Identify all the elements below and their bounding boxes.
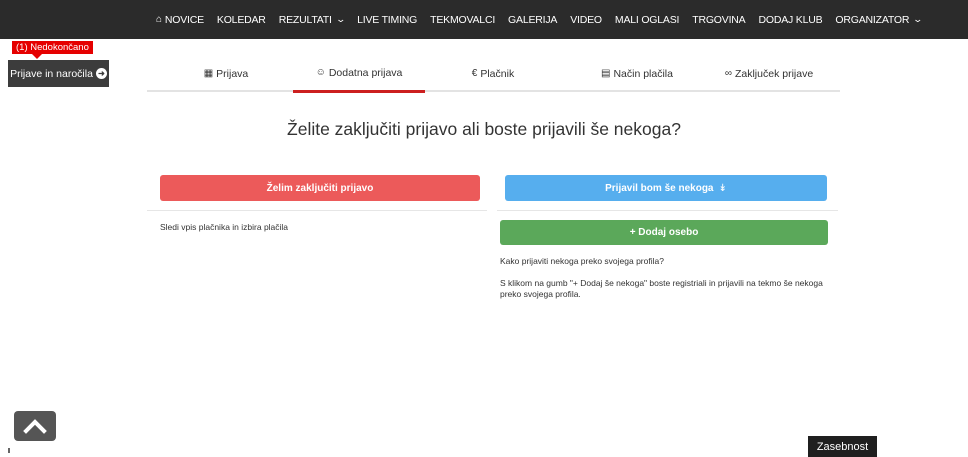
nav-item-tekmovalci[interactable]: TEKMOVALCI (430, 14, 495, 26)
home-icon: ⌂ (156, 14, 162, 25)
finish-registration-button[interactable]: Želim zaključiti prijavo (160, 175, 480, 201)
nav-label: DODAJ KLUB (758, 13, 823, 26)
nav-label: NOVICE (164, 13, 204, 26)
scroll-to-top-button[interactable] (14, 411, 56, 441)
help-explanation: S klikom na gumb "+ Dodaj še nekoga" bos… (500, 278, 823, 299)
nav-item-dodaj-klub[interactable]: DODAJ KLUB (758, 14, 822, 26)
nav-item-koledar[interactable]: KOLEDAR (217, 14, 266, 26)
nav-label: ORGANIZATOR (835, 13, 910, 26)
nav-item-rezultati[interactable]: REZULTATI ⌄ (278, 13, 346, 26)
nav-label: MALI OGLASI (614, 13, 680, 26)
nav-item-video[interactable]: VIDEO (570, 14, 602, 26)
nav-item-galerija[interactable]: GALERIJA (508, 14, 557, 26)
chevron-down-icon: ⌄ (335, 14, 346, 24)
nav-label: TRGOVINA (692, 13, 746, 26)
step-nacin-placila[interactable]: ▤ Način plačila (577, 55, 697, 92)
next-step-note: Sledi vpis plačnika in izbira plačila (160, 222, 289, 232)
step-placnik[interactable]: € Plačnik (443, 55, 543, 92)
register-another-button[interactable]: Prijavil bom še nekoga ↡ (505, 175, 827, 201)
add-person-button[interactable]: + Dodaj osebo (500, 220, 828, 245)
bicycle-icon: ∞ (724, 68, 732, 79)
step-label: Plačnik (480, 67, 515, 80)
registration-steps: ▦ Prijava ☺ Dodatna prijava € Plačnik ▤ … (147, 55, 840, 93)
step-label: Način plačila (613, 67, 673, 80)
step-label: Dodatna prijava (328, 66, 403, 79)
calendar-icon: ▦ (203, 68, 214, 79)
top-navigation: ⌂ NOVICE KOLEDAR REZULTATI ⌄ LIVE TIMING T… (0, 0, 968, 39)
orders-button-label: Prijave in naročila (10, 67, 93, 80)
nav-label: REZULTATI (278, 13, 332, 26)
page-question: Želite zaključiti prijavo ali boste prij… (287, 119, 681, 139)
nav-item-live-timing[interactable]: LIVE TIMING (357, 14, 417, 26)
credit-card-icon: ▤ (601, 68, 611, 79)
privacy-label: Zasebnost (816, 440, 869, 453)
step-prijava[interactable]: ▦ Prijava (167, 55, 285, 92)
register-another-label: Prijavil bom še nekoga (605, 182, 714, 194)
orders-button[interactable]: Prijave in naročila ➜ (8, 60, 109, 87)
chevron-down-icon: ⌄ (912, 14, 924, 24)
nav-label: LIVE TIMING (357, 13, 418, 26)
privacy-button[interactable]: Zasebnost (808, 436, 877, 457)
nav-item-mali-oglasi[interactable]: MALI OGLASI (614, 13, 680, 26)
chevron-up-icon (23, 419, 47, 434)
help-question: Kako prijaviti nekoga preko svojega prof… (500, 256, 664, 266)
nav-item-trgovina[interactable]: TRGOVINA (692, 14, 745, 26)
nav-item-organizator[interactable]: ORGANIZATOR ⌄ (835, 13, 924, 26)
arrow-right-circle-icon: ➜ (95, 68, 107, 79)
nav-label: KOLEDAR (216, 13, 266, 26)
users-icon: ☺ (315, 67, 326, 78)
divider (497, 210, 838, 211)
euro-icon: € (471, 68, 478, 79)
finish-button-label: Želim zaključiti prijavo (266, 182, 374, 194)
divider (147, 210, 487, 211)
nav-label: VIDEO (570, 13, 602, 26)
step-label: Zaključek prijave (734, 67, 814, 80)
badge-pointer (32, 54, 42, 59)
nav-label: TEKMOVALCI (430, 13, 496, 26)
step-dodatna-prijava[interactable]: ☺ Dodatna prijava (293, 55, 425, 93)
add-person-label: + Dodaj osebo (629, 227, 699, 238)
nav-item-novice[interactable]: ⌂ NOVICE (156, 14, 204, 26)
main-menu: ⌂ NOVICE KOLEDAR REZULTATI ⌄ LIVE TIMING T… (156, 0, 935, 39)
page-edge-marker (8, 448, 10, 453)
double-chevron-down-icon: ↡ (718, 182, 727, 194)
nav-label: GALERIJA (508, 13, 558, 26)
step-zakljucek-prijave[interactable]: ∞ Zaključek prijave (709, 55, 829, 92)
unfinished-badge: (1) Nedokončano (12, 41, 93, 54)
step-label: Prijava (216, 67, 249, 80)
